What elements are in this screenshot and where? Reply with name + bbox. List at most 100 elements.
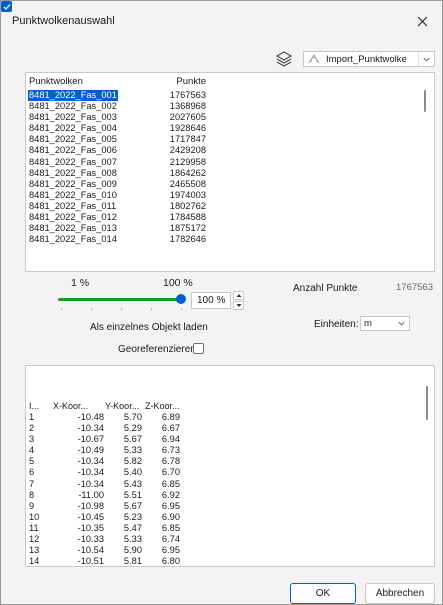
column-header-z[interactable]: Z-Koor... <box>145 401 180 411</box>
dropdown-button[interactable] <box>418 52 434 66</box>
x-coordinate: -10.45 <box>77 511 104 522</box>
point-index: 6 <box>29 467 35 478</box>
z-coordinate: 6.95 <box>161 545 180 556</box>
z-coordinate: 6.67 <box>161 423 180 434</box>
coordinate-row[interactable]: 4 -10.49 5.33 6.73 <box>26 445 434 456</box>
x-coordinate: -10.49 <box>77 445 104 456</box>
point-cloud-row[interactable]: 8481_2022_Fas_006 2429208 <box>26 145 434 156</box>
density-max-label: 100 % <box>163 277 193 289</box>
point-index: 11 <box>29 522 39 533</box>
coordinate-row[interactable]: 7 -10.34 5.43 6.85 <box>26 479 434 490</box>
column-header-points[interactable]: Punkte <box>148 76 206 87</box>
point-cloud-row[interactable]: 8481_2022_Fas_008 1864262 <box>26 168 434 179</box>
column-header-x[interactable]: X-Koor... <box>53 401 88 411</box>
point-cloud-name: 8481_2022_Fas_012 <box>29 212 117 223</box>
coordinate-row[interactable]: 10 -10.45 5.23 6.90 <box>26 512 434 523</box>
point-index: 12 <box>29 534 40 545</box>
coordinate-row[interactable]: 8 -11.00 5.51 6.92 <box>26 490 434 501</box>
z-coordinate: 6.90 <box>161 511 180 522</box>
point-cloud-points: 2429208 <box>169 145 206 156</box>
spin-down-icon <box>236 304 241 307</box>
x-coordinate: -10.34 <box>77 467 104 478</box>
density-slider-thumb[interactable] <box>176 294 186 304</box>
point-cloud-row[interactable]: 8481_2022_Fas_010 1974003 <box>26 190 434 201</box>
point-cloud-points: 2027605 <box>169 112 206 123</box>
coordinate-row[interactable]: 11 -10.35 5.47 6.85 <box>26 523 434 534</box>
coordinate-row[interactable]: 12 -10.33 5.33 6.74 <box>26 534 434 545</box>
z-coordinate: 6.70 <box>161 467 180 478</box>
point-cloud-row[interactable]: 8481_2022_Fas_005 1717847 <box>26 134 434 145</box>
coordinate-row[interactable]: 2 -10.34 5.29 6.67 <box>26 423 434 434</box>
georeference-checkbox[interactable] <box>193 343 204 354</box>
y-coordinate: 5.33 <box>123 534 142 545</box>
point-cloud-row[interactable]: 8481_2022_Fas_014 1782646 <box>26 234 434 245</box>
scrollbar-thumb[interactable] <box>424 90 426 112</box>
x-coordinate: -10.54 <box>77 545 104 556</box>
coordinate-rows: 1 -10.48 5.70 6.89 2 -10.34 5.29 6.67 3 -10.67 5.6… <box>26 412 434 567</box>
density-min-label: 1 % <box>71 277 90 289</box>
point-cloud-dropdown-value: Import_Punktwolke <box>326 53 407 65</box>
checkmark-icon <box>3 4 11 10</box>
coordinate-row[interactable]: 5 -10.34 5.82 6.78 <box>26 456 434 467</box>
coordinate-row[interactable]: 9 -10.98 5.67 6.95 <box>26 501 434 512</box>
y-coordinate: 5.33 <box>123 445 142 456</box>
coordinate-row[interactable]: 14 -10.51 5.81 6.80 <box>26 556 434 567</box>
column-header-index[interactable]: I... <box>29 401 39 411</box>
spin-down-button[interactable] <box>233 301 244 310</box>
y-coordinate: 5.43 <box>123 478 142 489</box>
point-cloud-row[interactable]: 8481_2022_Fas_013 1875172 <box>26 223 434 234</box>
point-cloud-row[interactable]: 8481_2022_Fas_003 2027605 <box>26 112 434 123</box>
point-index: 1 <box>29 412 35 422</box>
point-cloud-name: 8481_2022_Fas_001 <box>28 90 118 101</box>
point-count-value: 1767563 <box>396 282 433 293</box>
coordinate-table[interactable]: I... X-Koor... Y-Koor... Z-Koor... 1 -10.… <box>25 365 435 567</box>
z-coordinate: 6.74 <box>161 534 180 545</box>
column-header-name[interactable]: Punktwolken <box>29 76 83 87</box>
point-cloud-dropdown[interactable]: Import_Punktwolke <box>303 51 435 67</box>
y-coordinate: 5.82 <box>123 456 142 467</box>
spin-up-button[interactable] <box>233 291 244 300</box>
point-cloud-name: 8481_2022_Fas_002 <box>29 101 117 112</box>
close-button[interactable] <box>412 11 432 31</box>
point-cloud-points: 1875172 <box>169 223 206 234</box>
density-input[interactable]: 100 % <box>191 292 231 309</box>
spin-up-icon <box>236 294 241 297</box>
y-coordinate: 5.67 <box>123 434 142 445</box>
point-cloud-row[interactable]: 8481_2022_Fas_011 1802762 <box>26 201 434 212</box>
point-cloud-row[interactable]: 8481_2022_Fas_012 1784588 <box>26 212 434 223</box>
y-coordinate: 5.90 <box>123 545 142 556</box>
layers-icon[interactable] <box>275 50 293 68</box>
point-cloud-row[interactable]: 8481_2022_Fas_002 1368968 <box>26 101 434 112</box>
point-cloud-rows: 8481_2022_Fas_001 1767563 8481_2022_Fas_00… <box>26 90 434 245</box>
point-cloud-row[interactable]: 8481_2022_Fas_004 1928646 <box>26 123 434 134</box>
y-coordinate: 5.67 <box>123 500 142 511</box>
single-object-checkbox[interactable] <box>1 1 12 12</box>
coordinate-row[interactable]: 6 -10.34 5.40 6.70 <box>26 467 434 478</box>
units-select[interactable]: m <box>360 316 410 331</box>
y-coordinate: 5.51 <box>123 489 142 500</box>
scrollbar-thumb[interactable] <box>426 386 428 420</box>
point-cloud-row[interactable]: 8481_2022_Fas_009 2465508 <box>26 179 434 190</box>
point-cloud-row[interactable]: 8481_2022_Fas_007 2129958 <box>26 157 434 168</box>
point-cloud-row[interactable]: 8481_2022_Fas_001 1767563 <box>26 90 434 101</box>
units-label: Einheiten: <box>314 319 359 330</box>
point-cloud-list[interactable]: Punktwolken Punkte 8481_2022_Fas_001 1767… <box>25 72 435 272</box>
coordinate-row[interactable]: 3 -10.67 5.67 6.94 <box>26 434 434 445</box>
chevron-down-icon <box>398 321 405 326</box>
point-cloud-name: 8481_2022_Fas_008 <box>29 167 117 178</box>
point-cloud-points: 1974003 <box>169 189 206 200</box>
column-header-y[interactable]: Y-Koor... <box>105 401 139 411</box>
coordinate-row[interactable]: 13 -10.54 5.90 6.95 <box>26 545 434 556</box>
point-cloud-points: 1864262 <box>169 167 206 178</box>
coordinate-row[interactable]: 1 -10.48 5.70 6.89 <box>26 412 434 423</box>
point-cloud-points: 1767563 <box>169 90 206 100</box>
x-coordinate: -10.34 <box>77 423 104 434</box>
density-slider-track[interactable] <box>58 298 180 301</box>
cancel-button[interactable]: Abbrechen <box>365 583 435 604</box>
ok-button[interactable]: OK <box>290 583 356 604</box>
point-cloud-name: 8481_2022_Fas_011 <box>29 200 117 211</box>
point-index: 9 <box>29 500 35 511</box>
y-coordinate: 5.81 <box>123 556 142 567</box>
point-cloud-name: 8481_2022_Fas_009 <box>29 178 117 189</box>
x-coordinate: -10.35 <box>77 522 104 533</box>
